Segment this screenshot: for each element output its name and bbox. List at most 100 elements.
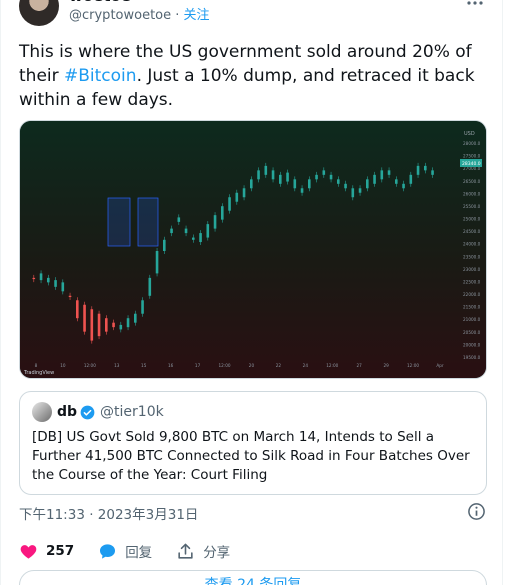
candle-body — [300, 188, 304, 193]
candle-body — [39, 273, 43, 281]
candle-body — [329, 174, 333, 180]
candle-body — [112, 322, 115, 328]
y-tick-label: 23500.0 — [463, 254, 481, 259]
chart-background — [20, 121, 486, 378]
y-tick-label: 26500.0 — [463, 179, 481, 184]
share-button[interactable]: 分享 — [176, 541, 230, 561]
verified-badge-icon — [80, 405, 95, 419]
x-tick-label: 13 — [114, 363, 120, 368]
candle-body — [416, 165, 420, 175]
candle-body — [242, 188, 246, 198]
y-tick-label: 20000.0 — [463, 342, 481, 347]
reply-bubble-icon — [100, 543, 116, 559]
candle-body — [206, 224, 210, 238]
candle-body — [402, 183, 405, 189]
candle-body — [344, 183, 347, 189]
candle-body — [163, 239, 166, 251]
y-tick-label: 24500.0 — [463, 229, 481, 234]
x-tick-label: 17 — [195, 363, 201, 368]
candle-body — [380, 170, 384, 180]
candle-body — [228, 197, 231, 211]
candle-body — [192, 237, 195, 240]
y-tick-label: 21500.0 — [463, 305, 481, 310]
y-tick-label: 20500.0 — [463, 330, 481, 335]
candle-body — [126, 318, 130, 328]
highlight-region — [137, 197, 159, 247]
candle-body — [373, 174, 376, 184]
author-block: woetoe @cryptowoetoe · 关注 — [69, 0, 210, 25]
left-border — [0, 0, 1, 585]
reply-label: 回复 — [125, 545, 153, 561]
tweet-timestamp[interactable]: 下午11:33 · 2023年3月31日 — [19, 503, 198, 523]
candle-body — [155, 251, 159, 274]
share-icon — [178, 543, 193, 559]
handle[interactable]: @cryptowoetoe — [69, 8, 171, 23]
follow-button[interactable]: 关注 — [184, 8, 210, 23]
candle-body — [308, 179, 311, 189]
like-count: 257 — [46, 543, 75, 559]
y-tick-label: 19500.0 — [463, 355, 481, 360]
display-name[interactable]: woetoe — [69, 0, 210, 6]
view-replies-button[interactable]: 查看 24 条回复 — [19, 570, 487, 585]
candle-body — [366, 179, 369, 189]
tweet-media[interactable]: 28000.0 27500.0 27000.0 26500.0 26000.0 25500… — [19, 120, 487, 379]
avatar[interactable] — [19, 0, 59, 26]
candle-body — [322, 170, 326, 175]
candle-body — [351, 188, 355, 198]
candle-body — [97, 313, 101, 337]
candle-body — [32, 277, 36, 280]
separator: · — [175, 8, 180, 23]
candle-body — [119, 324, 123, 330]
y-tick-label: 23000.0 — [463, 267, 481, 272]
quoted-text: [DB] US Govt Sold 9,800 BTC on March 14,… — [32, 429, 470, 483]
x-tick-label: 22 — [276, 363, 282, 368]
like-button[interactable]: 257 — [19, 542, 74, 561]
x-tick-label: 24 — [303, 363, 309, 368]
candle-body — [184, 228, 188, 234]
y-tick-label: 21000.0 — [463, 317, 481, 322]
hashtag-link[interactable]: #Bitcoin — [64, 66, 137, 86]
x-tick-label: 27 — [357, 363, 363, 368]
y-tick-label: 28000.0 — [463, 141, 481, 146]
heart-icon — [20, 544, 37, 559]
candle-body — [293, 179, 297, 189]
y-tick-label: 25500.0 — [463, 204, 481, 209]
candle-body — [250, 179, 253, 189]
candle-body — [148, 277, 152, 296]
handle-line: @cryptowoetoe · 关注 — [69, 7, 210, 25]
info-icon[interactable] — [467, 502, 486, 525]
tweet-text: This is where the US government sold aro… — [19, 40, 489, 112]
x-tick-label: 15 — [141, 363, 147, 368]
x-tick-label: 12:00 — [326, 363, 338, 368]
candle-body — [199, 233, 202, 243]
candle-body — [387, 170, 391, 175]
candle-body — [337, 179, 340, 184]
candle-body — [235, 192, 239, 202]
quoted-tweet[interactable]: db @tier10k [DB] US Govt Sold 9,800 BTC … — [19, 391, 487, 495]
candle-body — [424, 165, 427, 171]
candle-body — [257, 170, 260, 180]
x-tick-label: 12:00 — [84, 363, 96, 368]
action-bar: 257 回复 分享 — [19, 540, 254, 562]
quoted-display-name: db — [57, 404, 78, 420]
quoted-avatar — [32, 402, 52, 422]
candle-body — [271, 170, 275, 180]
y-tick-label: 26000.0 — [463, 191, 481, 196]
candle-body — [315, 174, 318, 180]
candle-body — [431, 170, 434, 175]
y-tick-label: 24000.0 — [463, 242, 481, 247]
y-tick-label: 27500.0 — [463, 154, 481, 159]
candle-body — [54, 280, 57, 287]
more-icon[interactable] — [466, 0, 484, 16]
candle-body — [47, 277, 50, 283]
x-tick-label: 12:00 — [218, 363, 230, 368]
reply-button[interactable]: 回复 — [98, 541, 152, 561]
tweet-header: woetoe @cryptowoetoe · 关注 — [19, 0, 210, 26]
candle-body — [279, 174, 282, 184]
tradingview-logo: TradingView — [23, 370, 54, 376]
candle-body — [264, 165, 268, 175]
x-tick-label: 16 — [168, 363, 174, 368]
price-chart: 28000.027500.027000.026500.026000.025500… — [20, 121, 486, 378]
candle-body — [105, 318, 108, 332]
current-price-label: 28340.0 — [462, 161, 481, 167]
